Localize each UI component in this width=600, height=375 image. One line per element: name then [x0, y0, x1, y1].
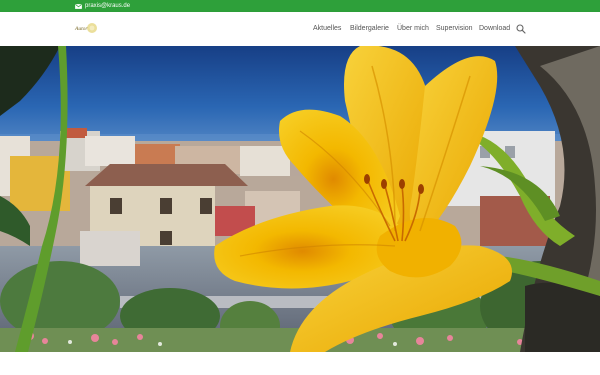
hero-image: [0, 46, 600, 352]
page-footer-space: [0, 352, 600, 375]
top-bar: praxis@kraus.de: [0, 0, 600, 12]
site-logo[interactable]: Autor: [74, 21, 98, 35]
nav-item-ueber-mich[interactable]: Über mich: [397, 25, 429, 32]
hero-photo: [0, 46, 600, 352]
search-icon[interactable]: [516, 24, 526, 34]
envelope-icon: [75, 3, 82, 9]
contact-email-text[interactable]: praxis@kraus.de: [85, 2, 130, 10]
nav-item-download[interactable]: Download: [479, 25, 510, 32]
site-header: Autor Aktuelles Bildergalerie Über mich …: [0, 12, 600, 46]
nav-item-bildergalerie[interactable]: Bildergalerie: [350, 25, 389, 32]
nav-item-supervision[interactable]: Supervision: [436, 25, 473, 32]
logo-text: Autor: [74, 26, 88, 32]
contact-email[interactable]: praxis@kraus.de: [75, 2, 130, 10]
nav-item-aktuelles[interactable]: Aktuelles: [313, 25, 341, 32]
